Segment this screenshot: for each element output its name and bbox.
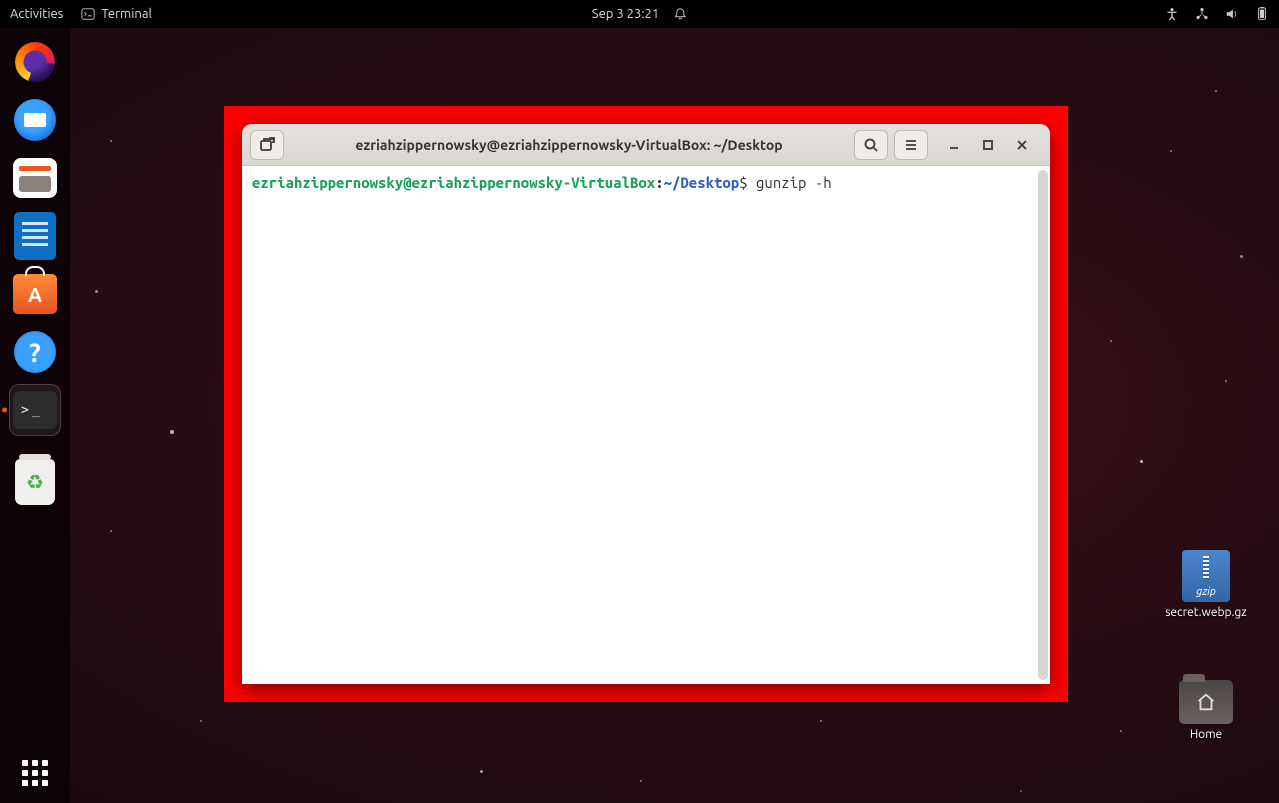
dock-thunderbird[interactable] xyxy=(9,94,61,146)
files-icon xyxy=(13,158,57,198)
active-app-indicator[interactable]: Terminal xyxy=(81,7,152,21)
highlight-annotation: ezriahzippernowsky@ezriahzippernowsky-Vi… xyxy=(224,106,1068,702)
terminal-icon: >_ xyxy=(13,391,57,429)
prompt-user-host: ezriahzippernowsky@ezriahzippernowsky-Vi… xyxy=(252,174,655,191)
terminal-scrollbar[interactable] xyxy=(1038,170,1048,680)
home-glyph-icon xyxy=(1195,691,1217,713)
search-icon xyxy=(863,137,879,153)
window-title: ezriahzippernowsky@ezriahzippernowsky-Vi… xyxy=(290,137,848,153)
dock-trash[interactable]: ♻ xyxy=(9,456,61,508)
gzip-archive-icon: gzip xyxy=(1182,550,1230,602)
activities-button[interactable]: Activities xyxy=(10,7,63,21)
network-icon[interactable] xyxy=(1195,7,1209,21)
new-tab-button[interactable] xyxy=(250,130,284,160)
dock: A ? >_ ♻ xyxy=(0,28,70,803)
clock[interactable]: Sep 3 23:21 xyxy=(592,7,659,21)
desktop-folder-home[interactable]: Home xyxy=(1161,680,1251,741)
dock-writer[interactable] xyxy=(9,210,61,262)
minimize-button[interactable] xyxy=(946,137,962,153)
notification-bell-icon[interactable] xyxy=(673,7,687,21)
firefox-icon xyxy=(15,42,55,82)
volume-icon[interactable] xyxy=(1225,7,1239,21)
dock-software[interactable]: A xyxy=(9,268,61,320)
terminal-small-icon xyxy=(81,7,95,21)
folder-icon xyxy=(1179,680,1233,724)
terminal-window: ezriahzippernowsky@ezriahzippernowsky-Vi… xyxy=(242,124,1050,684)
dock-help[interactable]: ? xyxy=(9,326,61,378)
hamburger-icon xyxy=(903,137,919,153)
desktop-folder-label: Home xyxy=(1161,728,1251,741)
active-app-name: Terminal xyxy=(101,7,152,21)
battery-icon[interactable] xyxy=(1255,7,1269,21)
prompt-path: ~/Desktop xyxy=(664,174,740,191)
search-button[interactable] xyxy=(854,130,888,160)
show-applications-button[interactable] xyxy=(15,753,55,793)
desktop-file-secret-gzip[interactable]: gzip secret.webp.gz xyxy=(1161,550,1251,619)
help-icon: ? xyxy=(14,331,56,373)
accessibility-icon[interactable] xyxy=(1165,7,1179,21)
thunderbird-icon xyxy=(14,99,56,141)
prompt-symbol: $ xyxy=(739,174,747,191)
maximize-icon xyxy=(981,138,995,152)
prompt-separator: : xyxy=(655,174,663,191)
dock-terminal[interactable]: >_ xyxy=(9,384,61,436)
dock-firefox[interactable] xyxy=(9,36,61,88)
terminal-body[interactable]: ezriahzippernowsky@ezriahzippernowsky-Vi… xyxy=(242,166,1050,684)
window-titlebar[interactable]: ezriahzippernowsky@ezriahzippernowsky-Vi… xyxy=(242,124,1050,166)
trash-icon: ♻ xyxy=(15,459,55,505)
dock-files[interactable] xyxy=(9,152,61,204)
maximize-button[interactable] xyxy=(980,137,996,153)
prompt-command: gunzip -h xyxy=(748,174,832,191)
software-icon: A xyxy=(13,274,57,314)
writer-icon xyxy=(14,212,56,260)
top-bar: Activities Terminal Sep 3 23:21 xyxy=(0,0,1279,28)
close-icon xyxy=(1015,138,1029,152)
hamburger-menu-button[interactable] xyxy=(894,130,928,160)
close-button[interactable] xyxy=(1014,137,1030,153)
new-tab-icon xyxy=(259,137,275,153)
minimize-icon xyxy=(947,138,961,152)
desktop-file-label: secret.webp.gz xyxy=(1161,606,1251,619)
